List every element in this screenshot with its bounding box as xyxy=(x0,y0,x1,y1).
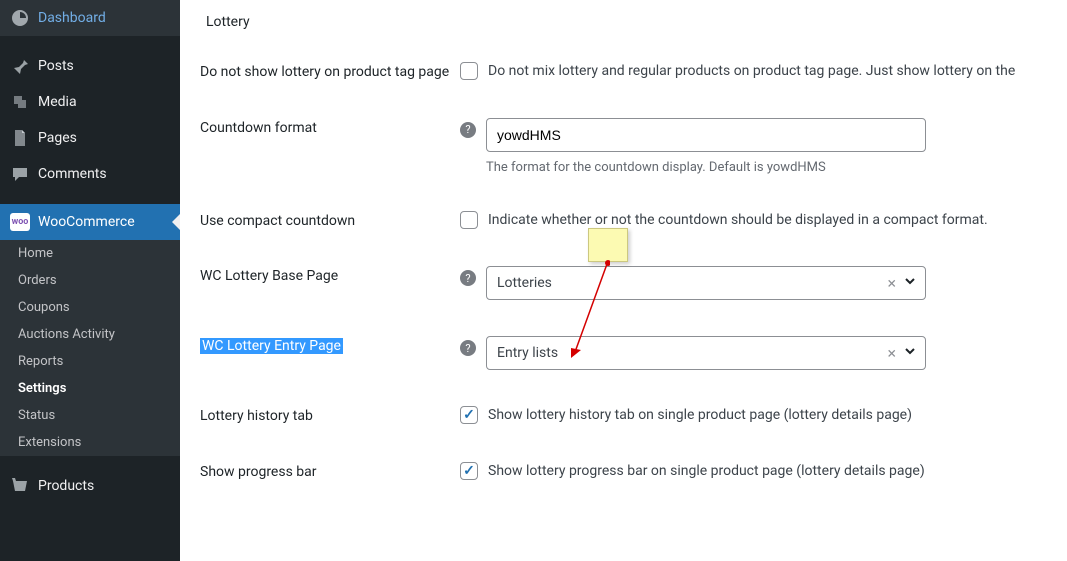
row-history-tab: Lottery history tab Show lottery history… xyxy=(200,388,1047,444)
help-icon[interactable]: ? xyxy=(460,122,476,138)
select-entry-page[interactable]: Entry lists xyxy=(486,336,926,370)
sidebar-sub-status[interactable]: Status xyxy=(0,402,180,429)
sidebar-item-label: Comments xyxy=(38,166,107,182)
clear-icon[interactable]: × xyxy=(887,344,896,363)
checkbox-label-progress[interactable]: Show lottery progress bar on single prod… xyxy=(488,462,925,482)
sidebar-sub-home[interactable]: Home xyxy=(0,240,180,267)
tab-lottery[interactable]: Lottery xyxy=(200,0,1047,44)
input-countdown-format[interactable] xyxy=(486,118,926,152)
sidebar-sub-extensions[interactable]: Extensions xyxy=(0,429,180,456)
annotation-sticky-note xyxy=(588,228,628,262)
label-entry-page: WC Lottery Entry Page xyxy=(200,336,460,354)
checkbox-history-tab[interactable] xyxy=(460,406,478,424)
sidebar-item-dashboard[interactable]: Dashboard xyxy=(0,0,180,36)
sidebar-sub-settings[interactable]: Settings xyxy=(0,375,180,402)
sidebar-item-label: Dashboard xyxy=(38,10,106,26)
label-countdown-format: Countdown format xyxy=(200,118,460,136)
sidebar-sub-orders[interactable]: Orders xyxy=(0,267,180,294)
dashboard-icon xyxy=(10,8,30,28)
label-progress-bar: Show progress bar xyxy=(200,462,460,480)
clear-icon[interactable]: × xyxy=(887,274,896,293)
admin-sidebar: Dashboard Posts Media Pages Comments woo… xyxy=(0,0,180,561)
checkbox-label-history[interactable]: Show lottery history tab on single produ… xyxy=(488,406,912,426)
sidebar-sub-coupons[interactable]: Coupons xyxy=(0,294,180,321)
sidebar-item-label: WooCommerce xyxy=(38,214,135,230)
pin-icon xyxy=(10,56,30,76)
products-icon xyxy=(10,476,30,496)
label-history-tab: Lottery history tab xyxy=(200,406,460,424)
sidebar-item-posts[interactable]: Posts xyxy=(0,48,180,84)
sidebar-sub-auctions[interactable]: Auctions Activity xyxy=(0,321,180,348)
checkbox-label-compact[interactable]: Indicate whether or not the countdown sh… xyxy=(488,211,988,231)
sidebar-item-label: Posts xyxy=(38,58,74,74)
checkbox-tag-mix[interactable] xyxy=(460,62,478,80)
sidebar-item-media[interactable]: Media xyxy=(0,84,180,120)
sidebar-item-label: Pages xyxy=(38,130,77,146)
chevron-down-icon[interactable] xyxy=(904,345,916,361)
page-icon xyxy=(10,128,30,148)
sidebar-item-label: Products xyxy=(38,478,94,494)
sidebar-item-woocommerce[interactable]: woo WooCommerce xyxy=(0,204,180,240)
row-progress-bar: Show progress bar Show lottery progress … xyxy=(200,444,1047,500)
label-compact-countdown: Use compact countdown xyxy=(200,211,460,229)
sidebar-item-comments[interactable]: Comments xyxy=(0,156,180,192)
sidebar-item-label: Media xyxy=(38,94,77,110)
help-icon[interactable]: ? xyxy=(460,340,476,356)
woocommerce-icon: woo xyxy=(10,212,30,232)
comment-icon xyxy=(10,164,30,184)
checkbox-compact-countdown[interactable] xyxy=(460,211,478,229)
row-entry-page: WC Lottery Entry Page ? Entry lists × xyxy=(200,318,1047,388)
chevron-down-icon[interactable] xyxy=(904,275,916,291)
checkbox-label-tag-mix[interactable]: Do not mix lottery and regular products … xyxy=(488,62,1015,82)
help-icon[interactable]: ? xyxy=(460,270,476,286)
label-tag-mix: Do not show lottery on product tag page xyxy=(200,62,460,80)
settings-panel: Lottery Do not show lottery on product t… xyxy=(180,0,1067,561)
select-base-page[interactable]: Lotteries xyxy=(486,266,926,300)
media-icon xyxy=(10,92,30,112)
sidebar-item-products[interactable]: Products xyxy=(0,468,180,504)
sidebar-sub-reports[interactable]: Reports xyxy=(0,348,180,375)
checkbox-progress-bar[interactable] xyxy=(460,462,478,480)
label-base-page: WC Lottery Base Page xyxy=(200,266,460,284)
row-countdown-format: Countdown format ? The format for the co… xyxy=(200,100,1047,193)
help-text-countdown: The format for the countdown display. De… xyxy=(486,160,926,175)
sidebar-item-pages[interactable]: Pages xyxy=(0,120,180,156)
sidebar-submenu: Home Orders Coupons Auctions Activity Re… xyxy=(0,240,180,456)
row-tag-mix: Do not show lottery on product tag page … xyxy=(200,44,1047,100)
